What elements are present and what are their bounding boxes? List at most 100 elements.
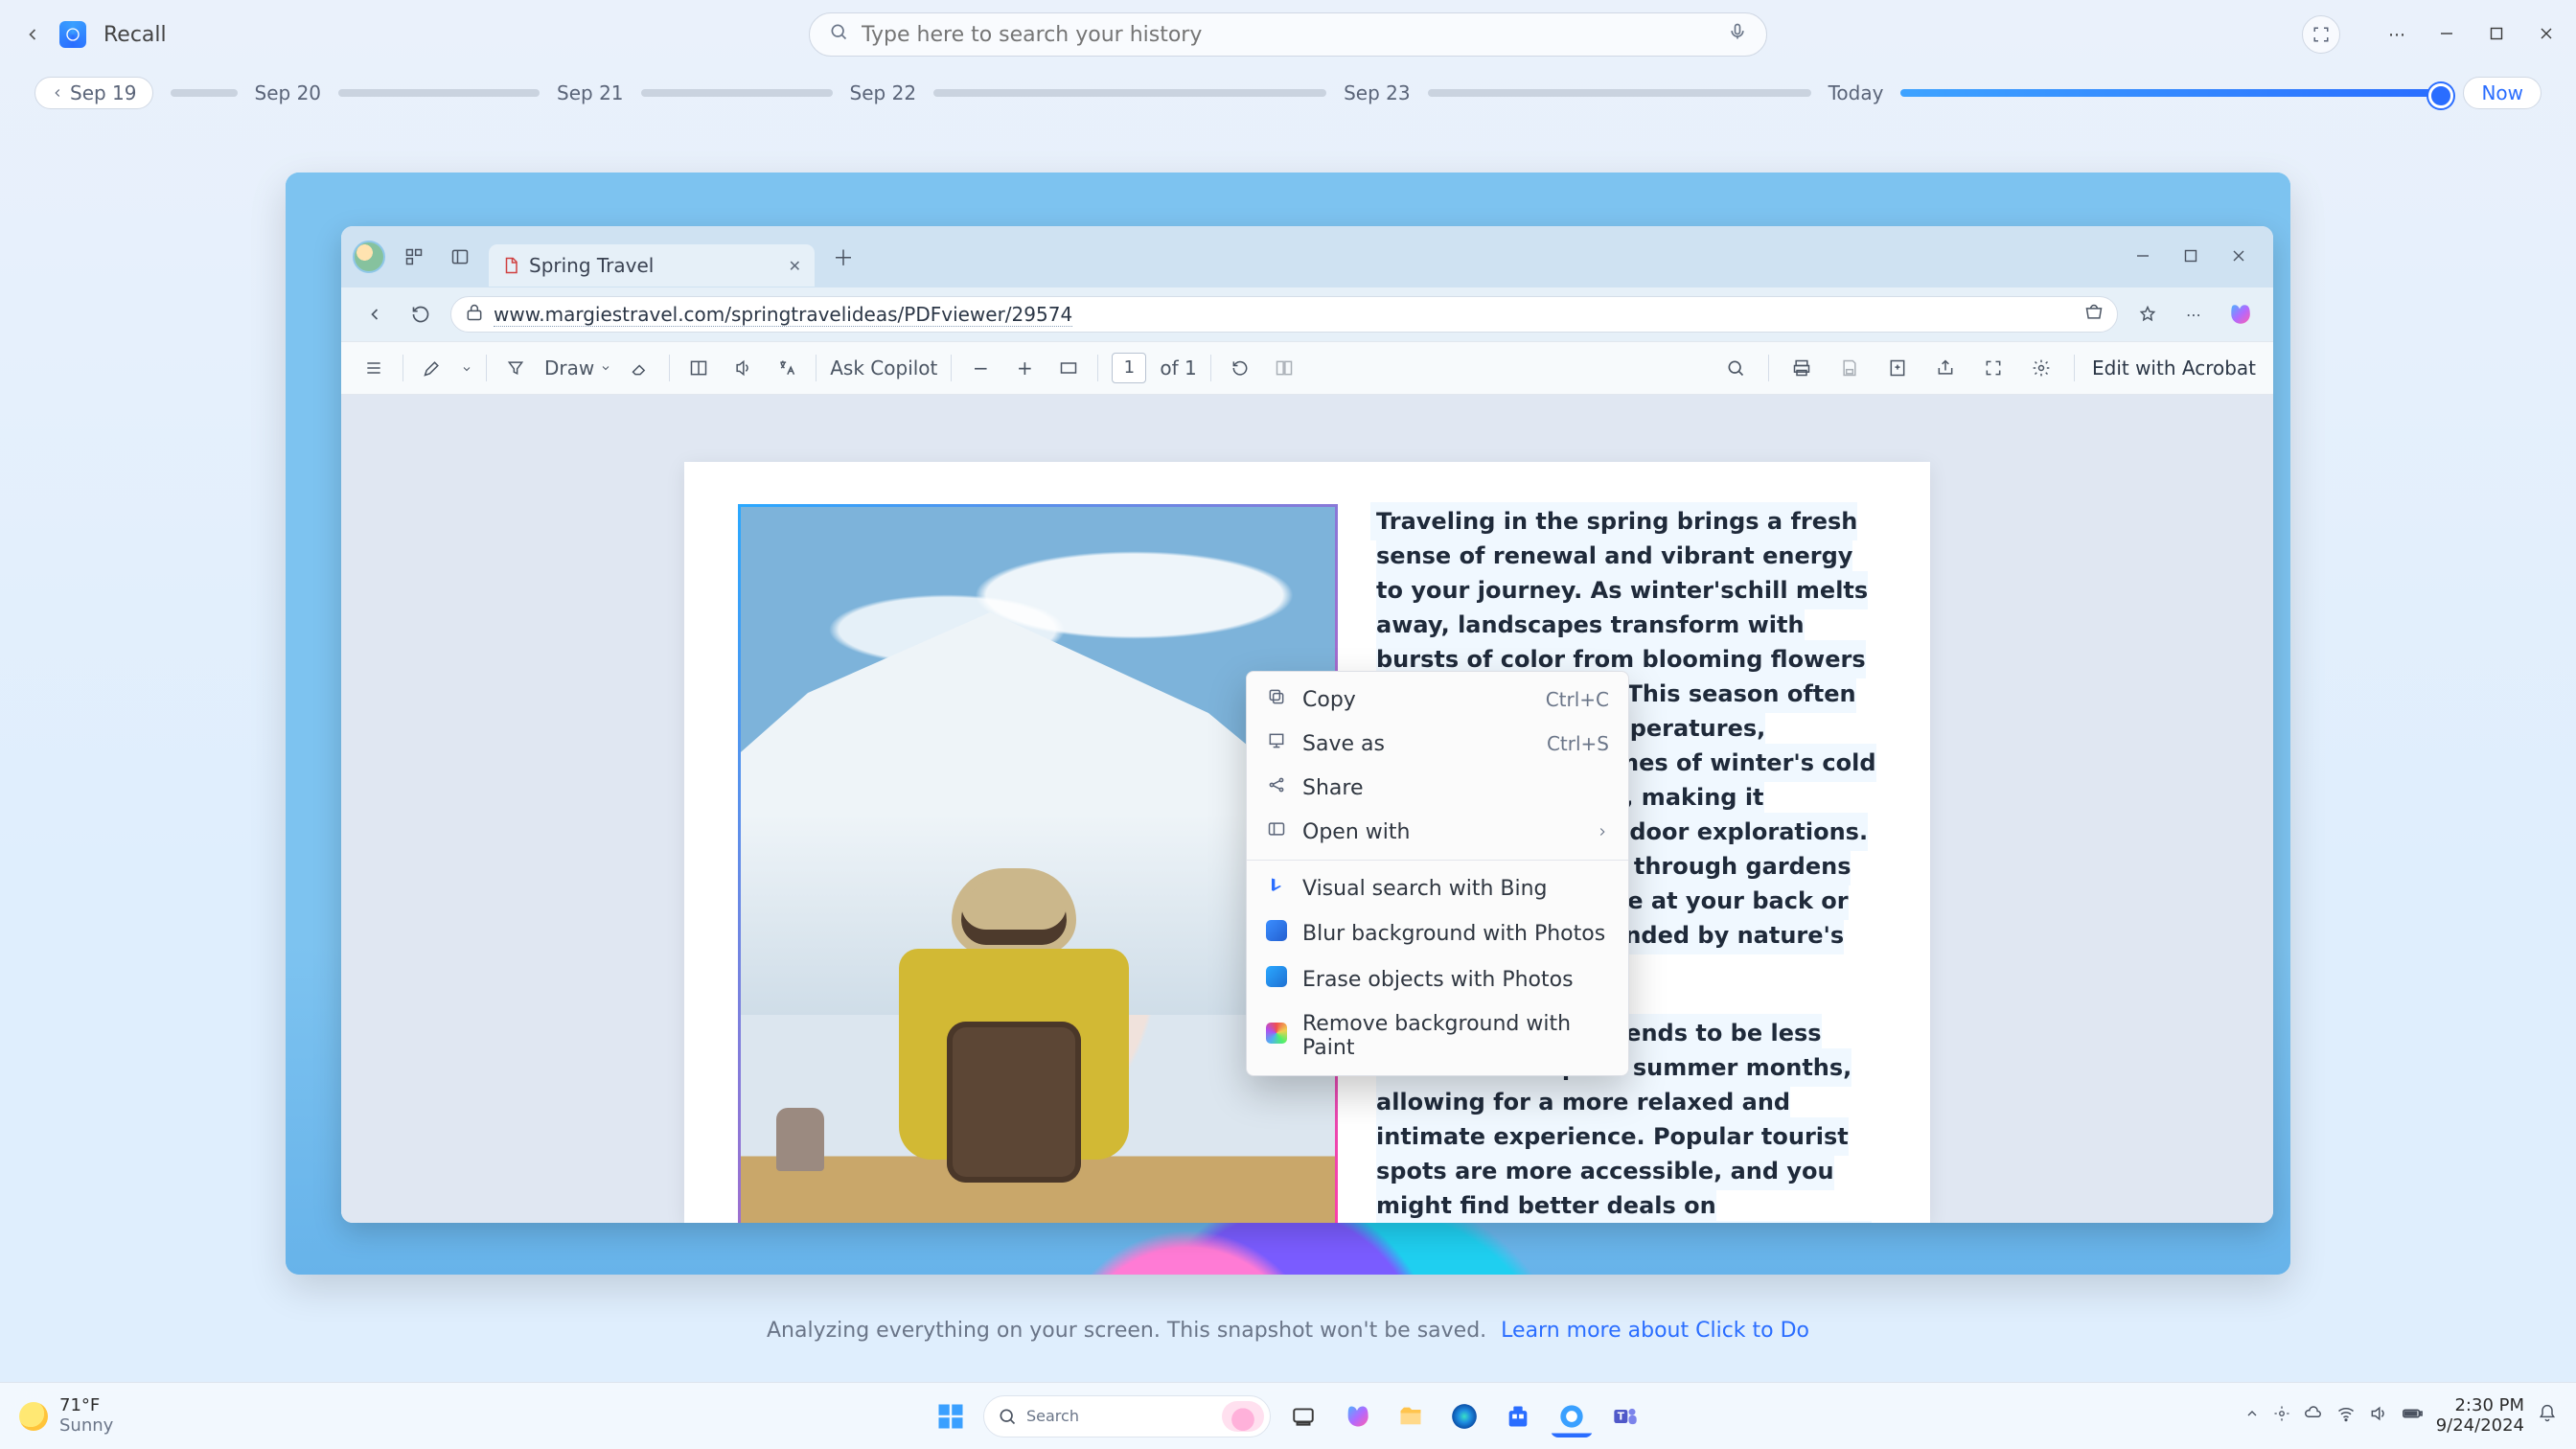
edge-close-button[interactable] xyxy=(2229,248,2248,266)
new-tab-button[interactable]: ＋ xyxy=(826,240,861,274)
nav-refresh-button[interactable] xyxy=(404,298,437,331)
tray-onedrive-icon[interactable] xyxy=(2304,1404,2323,1428)
search-highlight-icon xyxy=(1222,1401,1264,1432)
favorite-button[interactable] xyxy=(2131,298,2164,331)
tray-volume-icon[interactable] xyxy=(2369,1404,2388,1428)
timeline-today-track[interactable] xyxy=(1900,89,2446,97)
file-explorer-button[interactable] xyxy=(1390,1395,1432,1438)
profile-avatar[interactable] xyxy=(353,241,385,273)
chevron-down-icon[interactable] xyxy=(461,356,472,380)
edge-maximize-button[interactable] xyxy=(2181,248,2200,266)
fullscreen-button[interactable] xyxy=(1978,353,2009,383)
pdf-filter-button[interactable] xyxy=(500,353,531,383)
tray-settings-icon[interactable] xyxy=(2273,1405,2290,1427)
pdf-readaloud-button[interactable] xyxy=(727,353,758,383)
tray-chevron-icon[interactable] xyxy=(2244,1406,2260,1426)
timeline-expand-button[interactable] xyxy=(2302,15,2340,54)
pdf-contents-button[interactable] xyxy=(358,353,389,383)
share-button[interactable] xyxy=(1930,353,1961,383)
learn-more-link[interactable]: Learn more about Click to Do xyxy=(1501,1319,1809,1343)
maximize-button[interactable] xyxy=(2484,25,2509,45)
timeline[interactable]: Sep 19 Sep 20 Sep 21 Sep 22 Sep 23 Today… xyxy=(0,69,2576,117)
recall-taskbar-button[interactable] xyxy=(1551,1395,1593,1438)
mic-icon[interactable] xyxy=(1728,22,1747,47)
pdf-translate-button[interactable] xyxy=(771,353,802,383)
tab-close-button[interactable]: ✕ xyxy=(789,257,801,275)
settings-button[interactable] xyxy=(2026,353,2057,383)
search-box[interactable] xyxy=(809,12,1767,57)
nav-back-button[interactable] xyxy=(358,298,391,331)
timeline-start-chip[interactable]: Sep 19 xyxy=(34,77,153,109)
zoom-out-button[interactable]: − xyxy=(965,353,996,383)
ctx-label: Open with xyxy=(1302,820,1410,844)
ctx-remove-bg[interactable]: Remove background with Paint xyxy=(1247,1002,1628,1070)
teams-button[interactable]: T xyxy=(1604,1395,1646,1438)
more-button[interactable]: ⋯ xyxy=(2384,25,2409,45)
ctx-label: Copy xyxy=(1302,688,1356,712)
save-icon xyxy=(1266,731,1287,756)
timeline-segment[interactable] xyxy=(641,89,833,97)
edge-minimize-button[interactable] xyxy=(2133,248,2152,266)
pdf-pageview-button[interactable] xyxy=(683,353,714,383)
tray-battery-icon[interactable] xyxy=(2402,1403,2423,1429)
search-icon xyxy=(998,1407,1017,1426)
ctx-share[interactable]: Share xyxy=(1247,766,1628,810)
timeline-segment[interactable] xyxy=(1428,89,1811,97)
edge-button[interactable] xyxy=(1443,1395,1485,1438)
ctx-blur-bg[interactable]: Blur background with Photos xyxy=(1247,910,1628,956)
page-layout-button[interactable] xyxy=(1269,353,1300,383)
ctx-copy[interactable]: Copy Ctrl+C xyxy=(1247,678,1628,722)
pdf-highlight-button[interactable] xyxy=(417,353,448,383)
ask-copilot-button[interactable]: Ask Copilot xyxy=(830,356,937,380)
browser-tab[interactable]: Spring Travel ✕ xyxy=(489,244,815,287)
pdf-find-button[interactable] xyxy=(1720,353,1751,383)
ctx-erase[interactable]: Erase objects with Photos xyxy=(1247,956,1628,1002)
tab-title: Spring Travel xyxy=(529,254,654,277)
timeline-day-label: Sep 23 xyxy=(1344,81,1411,104)
back-button[interactable] xyxy=(17,19,48,50)
svg-text:T: T xyxy=(1618,1411,1625,1422)
taskbar: 71°F Sunny Search T xyxy=(0,1382,2576,1449)
minimize-button[interactable] xyxy=(2434,25,2459,45)
zoom-in-button[interactable]: + xyxy=(1009,353,1040,383)
copilot-taskbar-button[interactable] xyxy=(1336,1395,1378,1438)
close-button[interactable] xyxy=(2534,25,2559,45)
ctx-label: Erase objects with Photos xyxy=(1302,968,1574,992)
taskbar-clock[interactable]: 2:30 PM 9/24/2024 xyxy=(2436,1396,2524,1436)
timeline-segment[interactable] xyxy=(933,89,1326,97)
edge-more-button[interactable]: ⋯ xyxy=(2177,298,2210,331)
ctx-open-with[interactable]: Open with xyxy=(1247,810,1628,854)
address-bar[interactable]: www.margiestravel.com/springtravelideas/… xyxy=(450,296,2118,333)
ctx-save-as[interactable]: Save as Ctrl+S xyxy=(1247,722,1628,766)
pdf-draw-button[interactable]: Draw xyxy=(544,356,611,380)
timeline-segment[interactable] xyxy=(171,89,238,97)
workspaces-icon[interactable] xyxy=(397,240,431,274)
timeline-today-label: Today xyxy=(1828,81,1884,104)
task-view-button[interactable] xyxy=(1282,1395,1324,1438)
timeline-segment[interactable] xyxy=(338,89,540,97)
tray-wifi-icon[interactable] xyxy=(2336,1404,2356,1428)
start-button[interactable] xyxy=(930,1395,972,1438)
pdf-erase-button[interactable] xyxy=(625,353,656,383)
ctx-label: Share xyxy=(1302,776,1364,800)
bing-icon xyxy=(1266,876,1287,901)
print-button[interactable] xyxy=(1786,353,1817,383)
copilot-button[interactable] xyxy=(2223,298,2256,331)
site-info-icon[interactable] xyxy=(465,303,484,326)
store-button[interactable] xyxy=(1497,1395,1539,1438)
search-input[interactable] xyxy=(862,23,1714,47)
notifications-button[interactable] xyxy=(2538,1404,2557,1428)
rotate-button[interactable] xyxy=(1225,353,1255,383)
chevron-right-icon xyxy=(1596,820,1609,844)
ctx-visual-search[interactable]: Visual search with Bing xyxy=(1247,866,1628,910)
timeline-now-chip[interactable]: Now xyxy=(2463,77,2542,109)
fit-width-button[interactable] xyxy=(1053,353,1084,383)
shopping-icon[interactable] xyxy=(2084,303,2104,326)
page-number-input[interactable]: 1 xyxy=(1112,353,1146,383)
vertical-tabs-icon[interactable] xyxy=(443,240,477,274)
weather-widget[interactable]: 71°F Sunny xyxy=(19,1396,113,1436)
add-note-button[interactable] xyxy=(1882,353,1913,383)
save-button[interactable] xyxy=(1834,353,1865,383)
taskbar-search[interactable]: Search xyxy=(983,1395,1271,1438)
edit-with-acrobat-button[interactable]: Edit with Acrobat xyxy=(2092,356,2256,380)
